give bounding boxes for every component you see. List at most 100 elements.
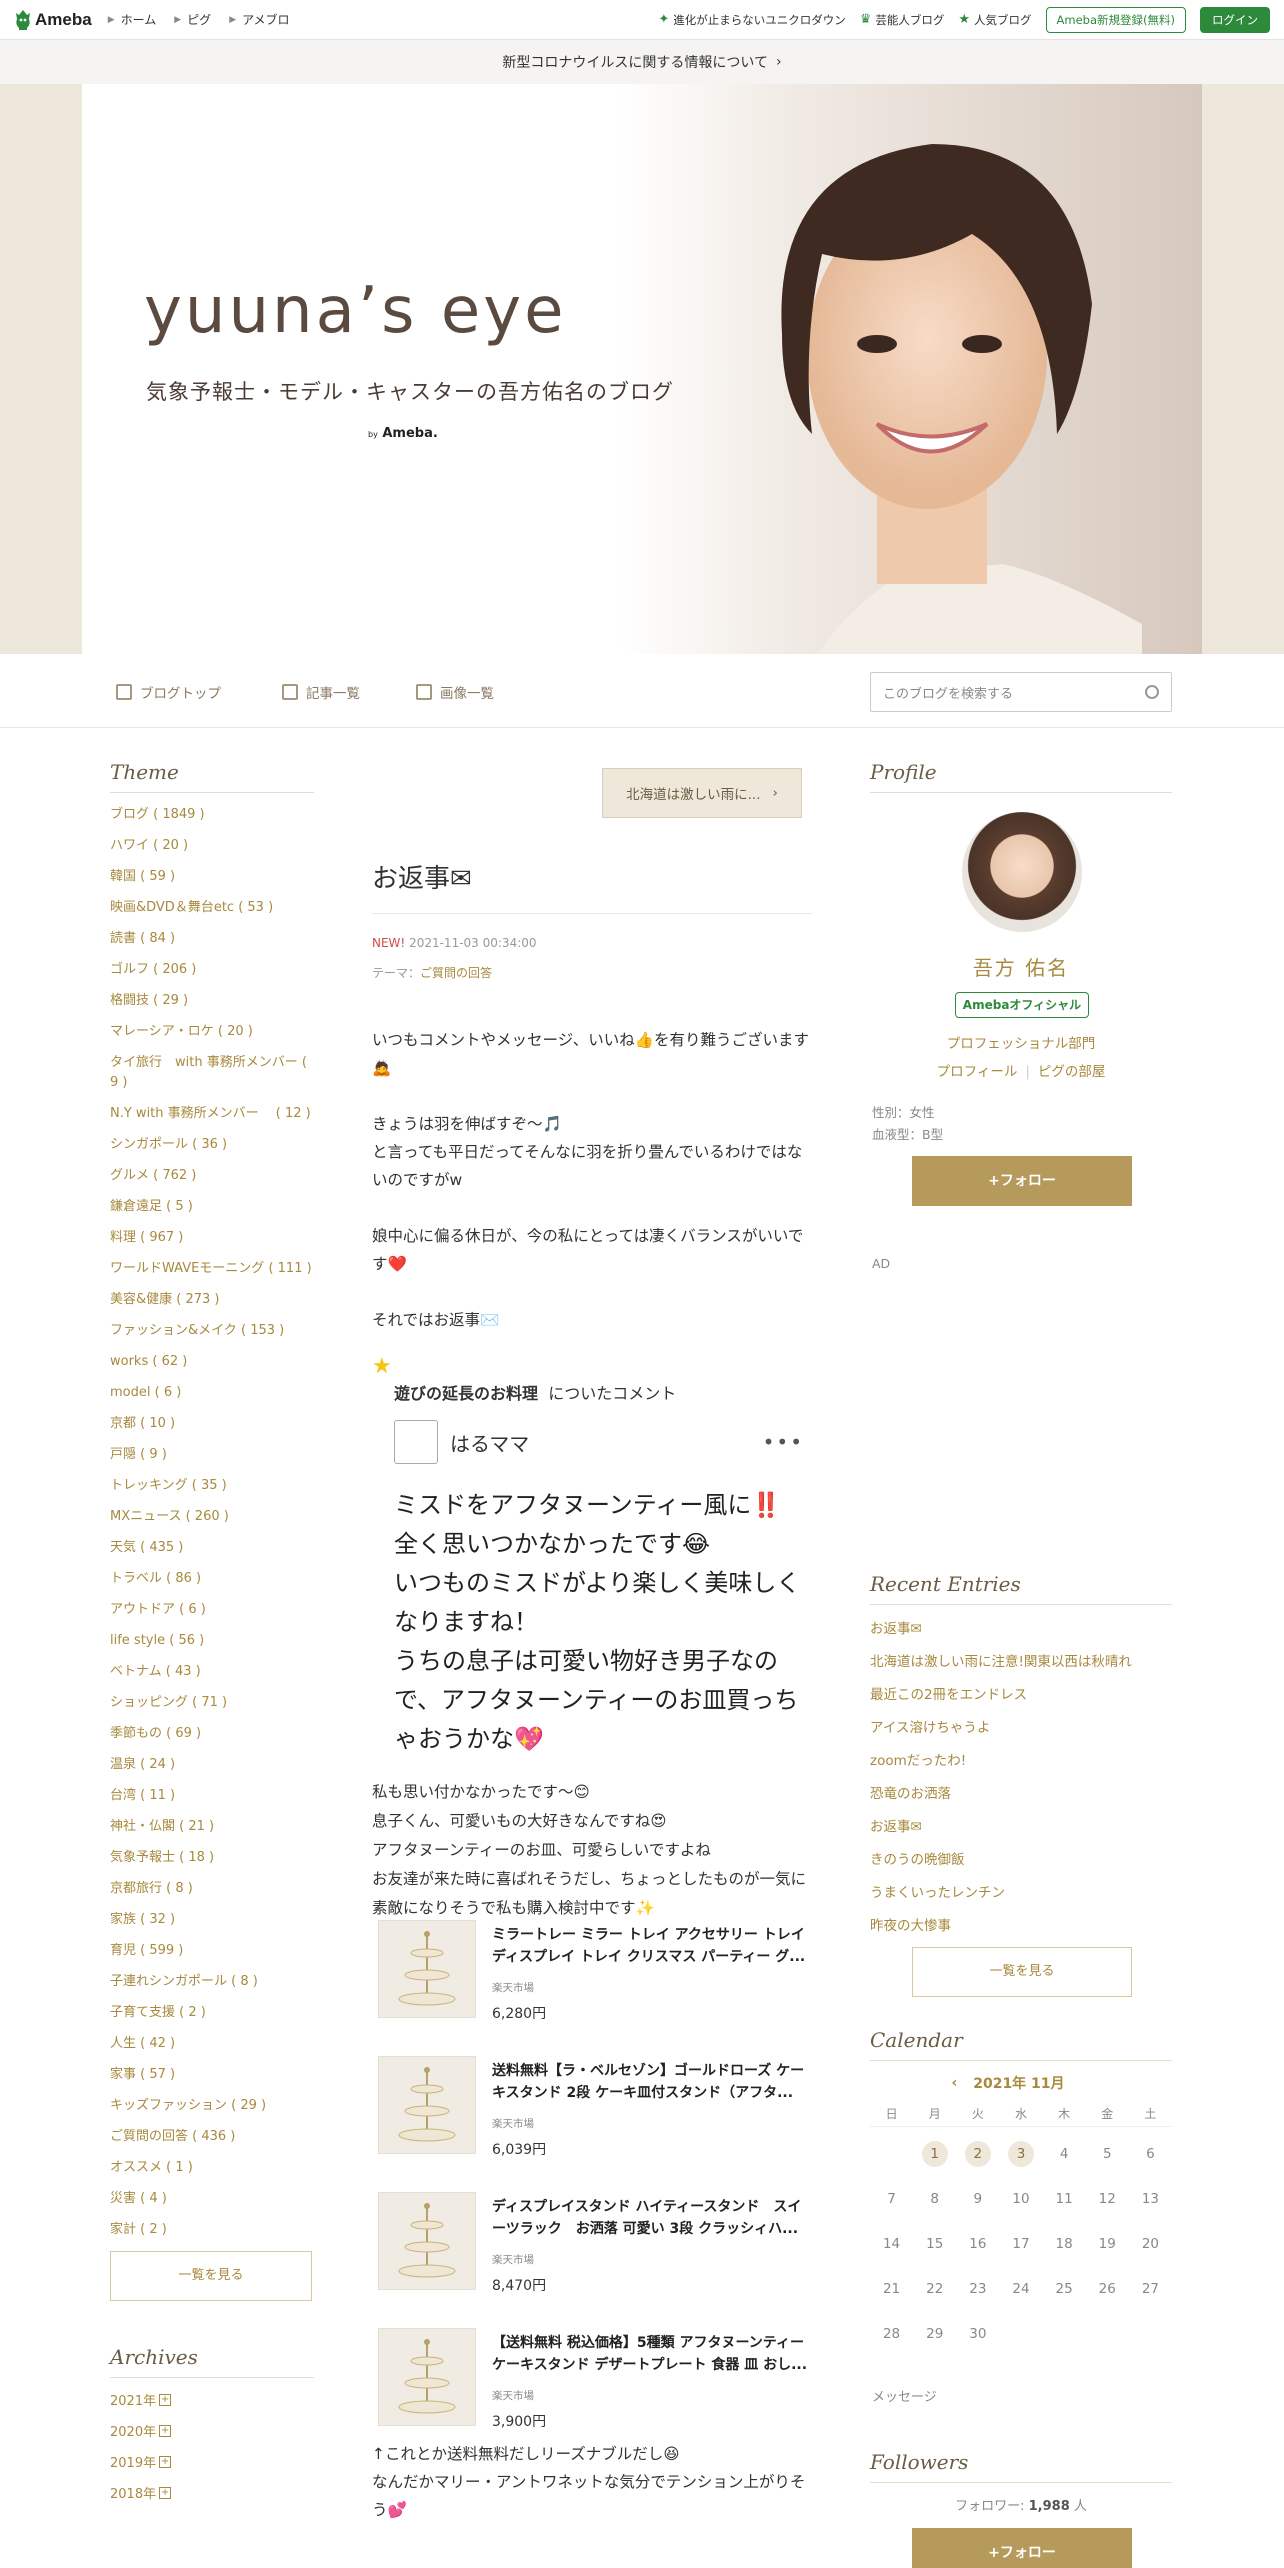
theme-item[interactable]: ショッピング ( 71 ): [110, 1693, 314, 1713]
theme-item[interactable]: N.Y with 事務所メンバー ( 12 ): [110, 1104, 314, 1124]
crumb-home[interactable]: ▶ ホーム: [108, 11, 157, 28]
product-image[interactable]: [378, 2192, 476, 2290]
theme-item[interactable]: シンガポール ( 36 ): [110, 1135, 314, 1155]
theme-item[interactable]: オススメ ( 1 ): [110, 2158, 314, 2178]
calendar-day[interactable]: 2: [956, 2137, 999, 2172]
recent-entry-link[interactable]: 最近この2冊をエンドレス: [870, 1683, 1172, 1703]
login-button[interactable]: ログイン: [1200, 6, 1270, 33]
theme-item[interactable]: 子連れシンガポール ( 8 ): [110, 1972, 314, 1992]
theme-item[interactable]: 温泉 ( 24 ): [110, 1755, 314, 1775]
register-button[interactable]: Ameba新規登録(無料): [1045, 6, 1186, 33]
theme-more-button[interactable]: 一覧を見る: [110, 2251, 312, 2301]
recent-entry-link[interactable]: 昨夜の大惨事: [870, 1914, 1172, 1934]
theme-item[interactable]: ワールドWAVEモーニング ( 111 ): [110, 1259, 314, 1279]
theme-item[interactable]: MXニュース ( 260 ): [110, 1507, 314, 1527]
recent-entry-link[interactable]: zoomだったわ!: [870, 1749, 1172, 1769]
theme-item[interactable]: トレッキング ( 35 ): [110, 1476, 314, 1496]
archive-item[interactable]: 2021年 +: [110, 2390, 314, 2409]
theme-item[interactable]: ベトナム ( 43 ): [110, 1662, 314, 1682]
archive-item[interactable]: 2018年 +: [110, 2483, 314, 2502]
follow-button-bottom[interactable]: +フォロー: [912, 2528, 1132, 2568]
theme-item[interactable]: 格闘技 ( 29 ): [110, 991, 314, 1011]
theme-item[interactable]: ブログ ( 1849 ): [110, 805, 314, 825]
theme-item[interactable]: ゴルフ ( 206 ): [110, 960, 314, 980]
top-link-popular[interactable]: ★ 人気ブログ: [958, 12, 1031, 28]
theme-item[interactable]: 人生 ( 42 ): [110, 2034, 314, 2054]
theme-item[interactable]: 京都 ( 10 ): [110, 1414, 314, 1434]
product-name[interactable]: ミラートレー ミラー トレイ アクセサリー トレイ ディスプレイ トレイ クリス…: [492, 1924, 808, 1968]
calendar-day[interactable]: 1: [913, 2137, 956, 2172]
product-image[interactable]: [378, 2056, 476, 2154]
theme-item[interactable]: 読書 ( 84 ): [110, 929, 314, 949]
archive-item[interactable]: 2019年 +: [110, 2452, 314, 2471]
theme-item[interactable]: 季節もの ( 69 ): [110, 1724, 314, 1744]
recent-entry-link[interactable]: 恐竜のお洒落: [870, 1782, 1172, 1802]
official-badge[interactable]: Amebaオフィシャル: [955, 992, 1089, 1018]
theme-item[interactable]: 映画&DVD＆舞台etc ( 53 ): [110, 898, 314, 918]
theme-item[interactable]: ハワイ ( 20 ): [110, 836, 314, 856]
theme-item[interactable]: 災害 ( 4 ): [110, 2189, 314, 2209]
recent-entry-link[interactable]: 北海道は激しい雨に注意!関東以西は秋晴れ: [870, 1650, 1172, 1670]
theme-item[interactable]: 台湾 ( 11 ): [110, 1786, 314, 1806]
theme-item[interactable]: 天気 ( 435 ): [110, 1538, 314, 1558]
expand-plus-icon[interactable]: +: [159, 2393, 172, 2406]
expand-plus-icon[interactable]: +: [159, 2486, 172, 2499]
recent-more-button[interactable]: 一覧を見る: [912, 1947, 1132, 1997]
recent-entry-link[interactable]: お返事✉: [870, 1617, 1172, 1637]
post-theme-link[interactable]: ご質問の回答: [420, 966, 492, 980]
theme-item[interactable]: 気象予報士 ( 18 ): [110, 1848, 314, 1868]
archive-item[interactable]: 2020年 +: [110, 2421, 314, 2440]
theme-item[interactable]: キッズファッション ( 29 ): [110, 2096, 314, 2116]
message-link[interactable]: メッセージ: [872, 2386, 937, 2405]
nav-image-list[interactable]: 画像一覧: [416, 682, 494, 702]
calendar-prev-icon[interactable]: ‹: [951, 2075, 957, 2091]
product-name[interactable]: ディスプレイスタンド ハイティースタンド スイーツラック お洒落 可愛い 3段 …: [492, 2196, 808, 2240]
blog-search-input[interactable]: このブログを検索する: [870, 672, 1172, 712]
theme-item[interactable]: 美容&健康 ( 273 ): [110, 1290, 314, 1310]
product-name[interactable]: 【送料無料 税込価格】5種類 アフタヌーンティー ケーキスタンド デザートプレー…: [492, 2332, 808, 2376]
search-icon[interactable]: [1145, 685, 1159, 699]
recent-entry-link[interactable]: きのうの晩御飯: [870, 1848, 1172, 1868]
product-card[interactable]: ディスプレイスタンド ハイティースタンド スイーツラック お洒落 可愛い 3段 …: [378, 2192, 808, 2328]
theme-item[interactable]: life style ( 56 ): [110, 1631, 314, 1651]
expand-plus-icon[interactable]: +: [159, 2424, 172, 2437]
recent-entry-link[interactable]: お返事✉: [870, 1815, 1172, 1835]
product-name[interactable]: 送料無料【ラ・ベルセゾン】ゴールドローズ ケーキスタンド 2段 ケーキ皿付スタン…: [492, 2060, 808, 2104]
recent-entry-link[interactable]: アイス溶けちゃうよ: [870, 1716, 1172, 1736]
calendar-day[interactable]: 3: [999, 2137, 1042, 2172]
theme-item[interactable]: 子育て支援 ( 2 ): [110, 2003, 314, 2023]
theme-item[interactable]: グルメ ( 762 ): [110, 1166, 314, 1186]
pigg-room-link[interactable]: ピグの部屋: [1038, 1064, 1106, 1080]
profile-category[interactable]: プロフェッショナル部門: [870, 1032, 1172, 1052]
profile-link[interactable]: プロフィール: [937, 1064, 1018, 1080]
theme-item[interactable]: 家族 ( 32 ): [110, 1910, 314, 1930]
profile-avatar[interactable]: [962, 812, 1082, 932]
theme-item[interactable]: 料理 ( 967 ): [110, 1228, 314, 1248]
theme-item[interactable]: 家事 ( 57 ): [110, 2065, 314, 2085]
expand-plus-icon[interactable]: +: [159, 2455, 172, 2468]
theme-item[interactable]: ファッション&メイク ( 153 ): [110, 1321, 314, 1341]
prev-entry-button[interactable]: 北海道は激しい雨に... ›: [602, 768, 802, 818]
top-link-uniqlo[interactable]: ✦ 進化が止まらないユニクロダウン: [658, 12, 845, 28]
product-image[interactable]: [378, 2328, 476, 2426]
product-image[interactable]: [378, 1920, 476, 2018]
header-banner[interactable]: yuuna’s eye 気象予報士・モデル・キャスターの吾方佑名のブログ by …: [82, 84, 1202, 654]
more-options-icon[interactable]: •••: [763, 1430, 804, 1454]
profile-name[interactable]: 吾方 佑名: [870, 952, 1172, 981]
covid-notice-link[interactable]: 新型コロナウイルスに関する情報について ›: [0, 40, 1284, 84]
theme-item[interactable]: 家計 ( 2 ): [110, 2220, 314, 2240]
theme-item[interactable]: タイ旅行 with 事務所メンバー ( 9 ): [110, 1053, 314, 1093]
follow-button[interactable]: +フォロー: [912, 1156, 1132, 1206]
theme-item[interactable]: works ( 62 ): [110, 1352, 314, 1372]
product-card[interactable]: ミラートレー ミラー トレイ アクセサリー トレイ ディスプレイ トレイ クリス…: [378, 1920, 808, 2056]
theme-item[interactable]: ご質問の回答 ( 436 ): [110, 2127, 314, 2147]
theme-item[interactable]: 韓国 ( 59 ): [110, 867, 314, 887]
crumb-pigg[interactable]: ▶ ピグ: [174, 11, 211, 28]
top-link-celebrity[interactable]: ♛ 芸能人ブログ: [860, 12, 945, 28]
theme-item[interactable]: 鎌倉遠足 ( 5 ): [110, 1197, 314, 1217]
recent-entry-link[interactable]: うまくいったレンチン: [870, 1881, 1172, 1901]
nav-entry-list[interactable]: 記事一覧: [282, 682, 360, 702]
theme-item[interactable]: 戸隠 ( 9 ): [110, 1445, 314, 1465]
product-card[interactable]: 送料無料【ラ・ベルセゾン】ゴールドローズ ケーキスタンド 2段 ケーキ皿付スタン…: [378, 2056, 808, 2192]
theme-item[interactable]: model ( 6 ): [110, 1383, 314, 1403]
